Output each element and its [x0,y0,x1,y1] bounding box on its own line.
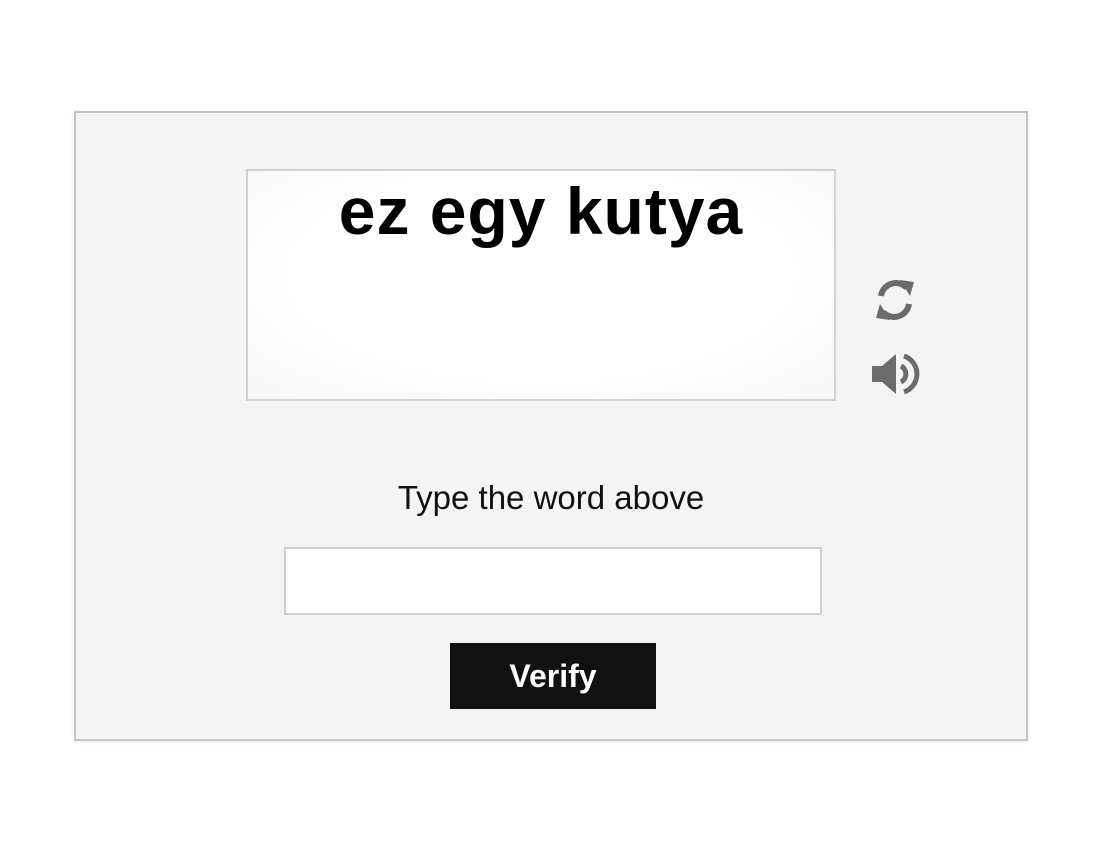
verify-button[interactable]: Verify [450,643,656,709]
speaker-icon [872,353,920,395]
refresh-captcha-button[interactable] [868,273,922,327]
captcha-challenge-image: ez egy kutya [246,169,836,401]
captcha-challenge-text: ez egy kutya [338,174,744,248]
audio-captcha-button[interactable] [868,347,922,401]
refresh-icon [876,280,914,320]
captcha-instruction: Type the word above [397,479,705,516]
captcha-answer-input[interactable] [284,547,822,615]
captcha-panel: ez egy kutya Type the word above Verify [74,111,1028,741]
